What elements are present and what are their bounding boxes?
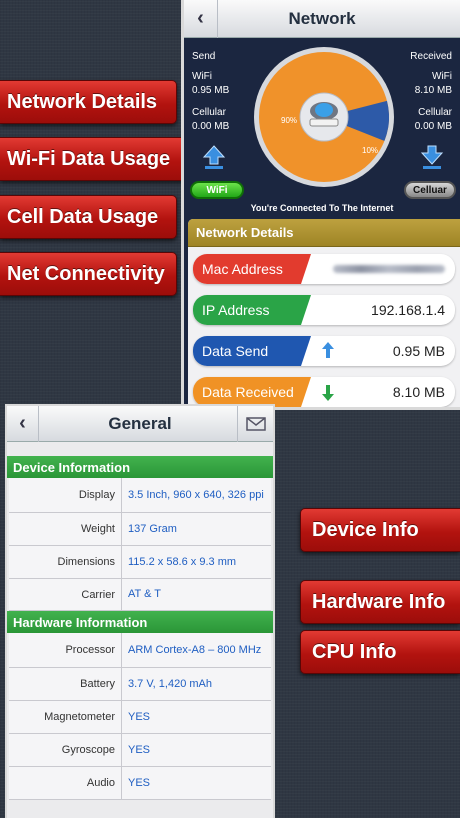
mac-address-blurred bbox=[333, 265, 445, 273]
row-key: Weight bbox=[9, 513, 122, 545]
row-key: Audio bbox=[9, 767, 122, 799]
table-row: Weight 137 Gram bbox=[9, 513, 271, 546]
row-value: 3.5 Inch, 960 x 640, 326 ppi bbox=[128, 488, 264, 501]
row-value: 192.168.1.4 bbox=[371, 302, 445, 318]
download-arrow-icon bbox=[420, 145, 444, 169]
send-wifi-value: 0.95 MB bbox=[192, 85, 230, 96]
row-key: Dimensions bbox=[9, 546, 122, 578]
page-title: General bbox=[108, 413, 172, 433]
network-details-panel: Network Details Mac Address IP Address 1… bbox=[188, 219, 460, 407]
row-key: Display bbox=[9, 478, 122, 512]
cell-data-usage-promo: Cell Data Usage bbox=[0, 195, 177, 239]
table-row: Dimensions 115.2 x 58.6 x 9.3 mm bbox=[9, 546, 271, 579]
down-arrow-icon bbox=[322, 385, 334, 401]
network-details-header: Network Details bbox=[188, 219, 460, 247]
row-value: YES bbox=[128, 710, 151, 723]
row-key: Carrier bbox=[9, 579, 122, 610]
general-navbar: ‹ General bbox=[7, 406, 273, 442]
wifi-toggle-button[interactable]: WiFi bbox=[190, 181, 244, 199]
row-value: YES bbox=[128, 776, 151, 789]
row-key: Gyroscope bbox=[9, 734, 122, 766]
device-information-header: Device Information bbox=[7, 456, 273, 478]
hardware-info-promo: Hardware Info bbox=[300, 580, 460, 624]
row-value: YES bbox=[128, 743, 151, 756]
row-key: Battery bbox=[9, 668, 122, 700]
mail-button[interactable] bbox=[237, 406, 273, 442]
row-value: 0.95 MB bbox=[392, 343, 445, 359]
received-wifi-label: WiFi bbox=[432, 71, 452, 82]
network-screen: ‹ Network Send WiFi 0.95 MB Cellular 0.0… bbox=[181, 0, 460, 410]
row-key: Magnetometer bbox=[9, 701, 122, 733]
data-send-row[interactable]: Data Send 0.95 MB bbox=[193, 336, 455, 366]
table-row: Magnetometer YES bbox=[9, 701, 271, 734]
network-details-promo: Network Details bbox=[0, 80, 177, 124]
up-arrow-icon bbox=[322, 342, 334, 358]
envelope-icon bbox=[245, 417, 266, 431]
send-cellular-label: Cellular bbox=[192, 107, 226, 118]
row-value: 137 Gram bbox=[128, 522, 177, 535]
table-row: Processor ARM Cortex-A8 – 800 MHz bbox=[9, 633, 271, 668]
row-key: Processor bbox=[9, 633, 122, 667]
cpu-info-promo: CPU Info bbox=[300, 630, 460, 674]
table-row: Gyroscope YES bbox=[9, 734, 271, 767]
row-value: ARM Cortex-A8 – 800 MHz bbox=[128, 643, 262, 656]
back-button[interactable]: ‹ bbox=[7, 406, 39, 442]
send-cellular-value: 0.00 MB bbox=[192, 121, 230, 132]
row-label: Data Send bbox=[193, 336, 311, 366]
general-screen: ‹ General Device Information Display 3.5 … bbox=[5, 404, 275, 818]
send-wifi-label: WiFi bbox=[192, 71, 212, 82]
send-label: Send bbox=[192, 51, 216, 62]
back-button[interactable]: ‹ bbox=[184, 0, 218, 38]
row-label: IP Address bbox=[193, 295, 311, 325]
table-row: Battery 3.7 V, 1,420 mAh bbox=[9, 668, 271, 701]
page-title: Network bbox=[288, 8, 356, 28]
received-wifi-value: 8.10 MB bbox=[414, 85, 452, 96]
net-connectivity-promo: Net Connectivity bbox=[0, 252, 177, 296]
connection-status: You're Connected To The Internet bbox=[250, 203, 394, 213]
row-value: 115.2 x 58.6 x 9.3 mm bbox=[128, 555, 237, 568]
row-value: 8.10 MB bbox=[392, 384, 445, 400]
ip-address-row[interactable]: IP Address 192.168.1.4 bbox=[193, 295, 455, 325]
upload-arrow-icon bbox=[202, 145, 226, 169]
wifi-data-usage-promo: Wi-Fi Data Usage bbox=[0, 137, 187, 181]
cellular-toggle-button[interactable]: Celluar bbox=[404, 181, 456, 199]
row-label: Data Received bbox=[193, 377, 311, 407]
pie-label-cellular: 10% bbox=[362, 146, 378, 155]
data-received-row[interactable]: Data Received 8.10 MB bbox=[193, 377, 455, 407]
table-row: Carrier AT & T bbox=[9, 579, 271, 611]
pie-label-wifi: 90% bbox=[281, 116, 297, 125]
row-label: Mac Address bbox=[193, 254, 311, 284]
chevron-left-icon: ‹ bbox=[197, 7, 204, 29]
received-cellular-label: Cellular bbox=[418, 107, 452, 118]
device-info-promo: Device Info bbox=[300, 508, 460, 552]
router-icon bbox=[309, 102, 339, 127]
received-label: Received bbox=[410, 51, 452, 62]
table-row: Audio YES bbox=[9, 767, 271, 800]
mac-address-row[interactable]: Mac Address bbox=[193, 254, 455, 284]
table-row: Display 3.5 Inch, 960 x 640, 326 ppi bbox=[9, 478, 271, 513]
hardware-information-header: Hardware Information bbox=[7, 611, 273, 633]
received-cellular-value: 0.00 MB bbox=[414, 121, 452, 132]
usage-pie-chart: 90% 10% bbox=[254, 47, 394, 187]
chevron-left-icon: ‹ bbox=[19, 412, 26, 434]
row-value: 3.7 V, 1,420 mAh bbox=[128, 677, 212, 690]
network-navbar: ‹ Network bbox=[184, 0, 460, 38]
row-value: AT & T bbox=[128, 588, 162, 600]
